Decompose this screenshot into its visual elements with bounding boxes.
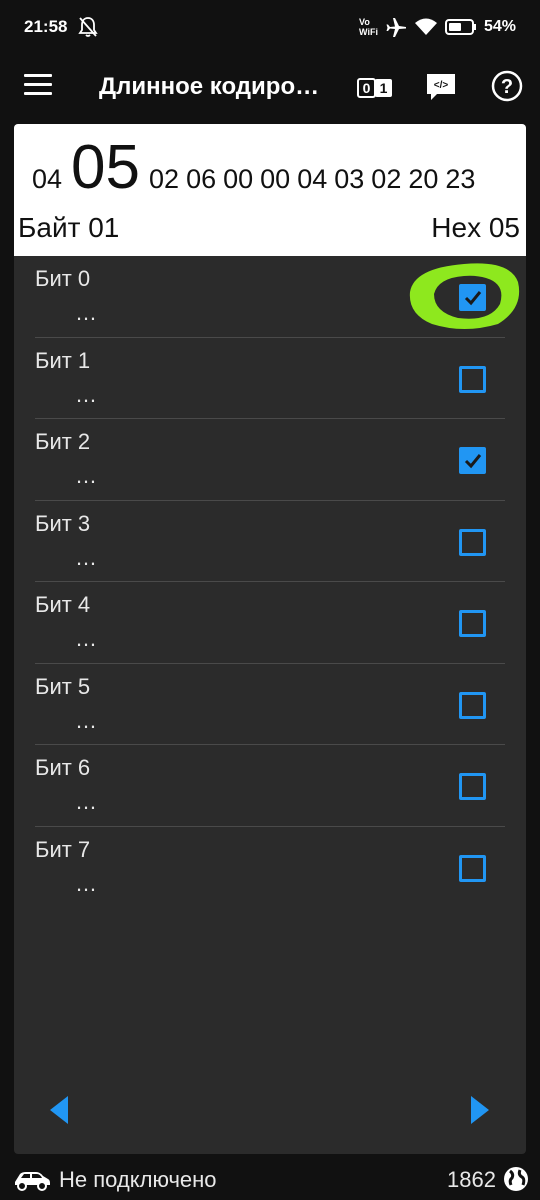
connection-bar: Не подключено 1862: [0, 1158, 540, 1200]
vowifi-bottom: WiFi: [359, 27, 378, 37]
byte-header: 04 05 02 06 00 00 04 03 02 20 23 Байт 01 Hex 05: [14, 124, 526, 256]
bit-row[interactable]: Бит 3 …: [14, 501, 526, 582]
byte-cell[interactable]: 00: [260, 164, 290, 195]
bit-label: Бит 3: [35, 510, 91, 536]
bit-label: Бит 1: [35, 347, 91, 373]
car-icon: [15, 1172, 50, 1191]
bit-row[interactable]: Бит 0 …: [14, 256, 526, 338]
bit-row[interactable]: Бит 5 …: [14, 664, 526, 745]
wifi-icon: [414, 18, 437, 35]
bit-description: …: [75, 463, 97, 488]
bit-label: Бит 2: [35, 429, 91, 454]
bit-checkbox[interactable]: [459, 610, 486, 637]
status-bar: 21:58 Vo WiFi 54%: [0, 0, 540, 56]
help-icon[interactable]: ?: [491, 70, 523, 102]
byte-cell[interactable]: 04: [297, 164, 327, 195]
bit-description: …: [75, 300, 97, 325]
status-time: 21:58: [24, 17, 68, 36]
vowifi-top: Vo: [359, 17, 370, 27]
menu-icon[interactable]: [24, 74, 52, 98]
bit-label: Бит 4: [35, 592, 91, 617]
bit-row[interactable]: Бит 6 …: [14, 745, 526, 827]
page-title: Длинное кодиро…: [99, 73, 320, 100]
check-icon: [464, 291, 482, 306]
check-icon: [464, 454, 482, 469]
bell-muted-icon: [78, 17, 98, 37]
airplane-icon: [386, 18, 406, 37]
svg-text:</>: </>: [434, 80, 449, 91]
bit-checkbox[interactable]: [459, 854, 486, 882]
bit-checkbox[interactable]: [459, 773, 486, 800]
byte-cell[interactable]: 03: [334, 164, 364, 195]
byte-cell[interactable]: 06: [186, 164, 216, 195]
svg-text:0: 0: [363, 80, 371, 96]
bit-row[interactable]: Бит 4 …: [14, 582, 526, 664]
svg-text:1: 1: [380, 80, 388, 96]
connection-status: Не подключено: [59, 1167, 217, 1192]
app-bar: Длинное кодиро… 0 1 </> ?: [0, 56, 540, 120]
vowifi-indicator: Vo WiFi: [359, 17, 378, 37]
byte-editor-card: 04 05 02 06 00 00 04 03 02 20 23 Байт 01 Hex 05 Би…: [14, 124, 526, 1154]
bit-checkbox[interactable]: [459, 691, 486, 719]
counter-value: 1862: [447, 1167, 496, 1192]
byte-cell[interactable]: 04: [32, 164, 62, 195]
bit-label: Бит 5: [35, 673, 91, 699]
arrow-left-icon[interactable]: [48, 1094, 70, 1126]
byte-cell[interactable]: 00: [223, 164, 253, 195]
bytes-strip[interactable]: 04 05 02 06 00 00 04 03 02 20 23: [32, 132, 526, 208]
bit-label: Бит 7: [35, 836, 91, 862]
arrow-right-icon[interactable]: [469, 1094, 491, 1126]
bit-row[interactable]: Бит 1 …: [14, 338, 526, 419]
globe-icon[interactable]: [502, 1165, 530, 1193]
bit-label: Бит 0: [35, 266, 91, 291]
bit-label: Бит 6: [35, 755, 91, 780]
hex-value-label: Hex 05: [431, 212, 520, 243]
status-icons: Vo WiFi 54%: [359, 14, 516, 40]
bit-list: Бит 0… Бит 1… Бит 2… Бит 3… Бит 4… Бит 5… Бит …: [14, 256, 526, 908]
battery-icon: [444, 19, 476, 35]
bit-checkbox[interactable]: [459, 365, 486, 393]
selected-byte[interactable]: 05: [71, 132, 140, 203]
code-icon[interactable]: </>: [425, 72, 457, 102]
bit-checkbox[interactable]: [459, 447, 486, 474]
binary-toggle-icon[interactable]: 0 1: [357, 76, 393, 100]
byte-cell[interactable]: 02: [149, 164, 179, 195]
bit-description: …: [75, 626, 97, 651]
byte-cell[interactable]: 23: [445, 164, 475, 195]
bit-description: …: [75, 707, 97, 733]
bit-description: …: [75, 381, 97, 407]
bit-description: …: [75, 870, 97, 896]
bit-row[interactable]: Бит 7 …: [14, 827, 526, 909]
bit-description: …: [75, 544, 97, 570]
bit-checkbox[interactable]: [459, 528, 486, 556]
byte-cell[interactable]: 20: [408, 164, 438, 195]
battery-percent: 54%: [483, 18, 516, 35]
byte-index-label: Байт 01: [18, 212, 120, 243]
bit-checkbox[interactable]: [459, 284, 486, 311]
byte-cell[interactable]: 02: [371, 164, 401, 195]
bit-description: …: [75, 789, 97, 814]
svg-text:?: ?: [501, 76, 513, 98]
bit-row[interactable]: Бит 2 …: [14, 419, 526, 501]
